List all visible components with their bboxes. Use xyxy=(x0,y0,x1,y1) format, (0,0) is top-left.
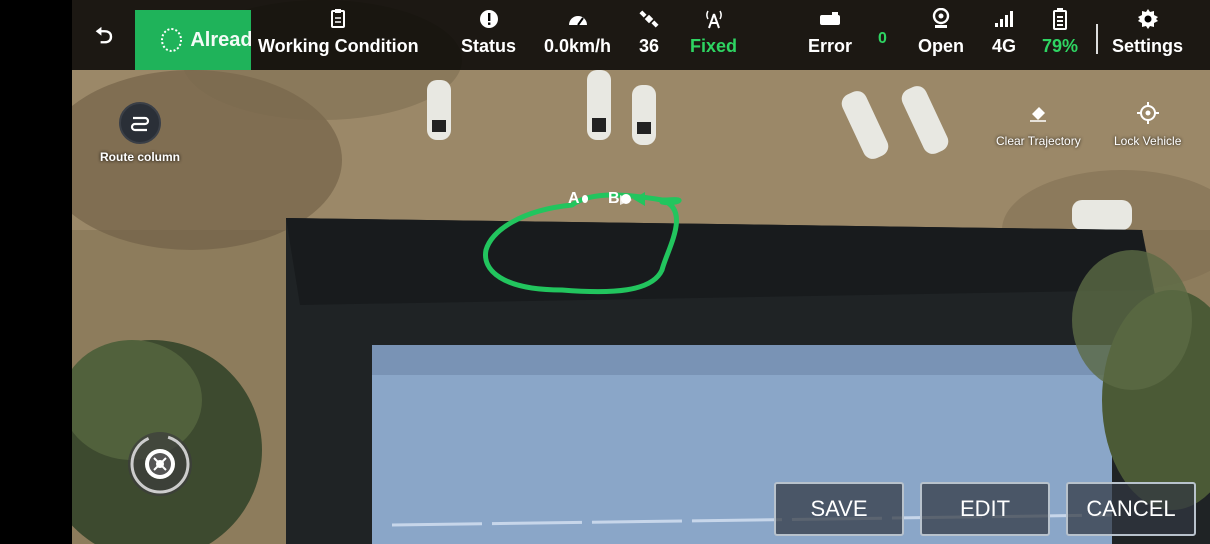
error-device-icon xyxy=(818,6,842,32)
point-b-label: B xyxy=(608,190,620,207)
point-a-label: A xyxy=(568,190,580,207)
network-status: 4G xyxy=(992,6,1016,57)
settings-label: Settings xyxy=(1112,36,1184,56)
camera-icon xyxy=(931,6,951,32)
back-arrow-icon: ⮌ xyxy=(95,23,113,48)
working-condition-button[interactable]: Working Condition xyxy=(258,6,419,57)
speedometer-icon xyxy=(567,6,589,32)
cell-signal-icon xyxy=(994,6,1014,32)
rtk-fix-status: Fixed xyxy=(690,6,737,57)
point-a-marker[interactable]: A xyxy=(568,189,588,209)
satellite-map[interactable]: A B xyxy=(72,0,1210,544)
eraser-icon xyxy=(996,100,1081,126)
network-label: 4G xyxy=(992,36,1017,56)
edit-button[interactable]: EDIT xyxy=(920,482,1050,536)
joystick-button[interactable] xyxy=(128,432,192,496)
camera-label: Open xyxy=(918,36,965,56)
lock-vehicle-button[interactable]: Lock Vehicle xyxy=(1114,100,1181,148)
crosshair-icon xyxy=(1114,100,1181,126)
route-icon xyxy=(119,102,161,144)
cancel-button[interactable]: CANCEL xyxy=(1066,482,1196,536)
save-button[interactable]: SAVE xyxy=(774,482,904,536)
steering-wheel-icon xyxy=(130,434,190,494)
route-column-label: Route column xyxy=(100,150,180,164)
signal-tower-icon xyxy=(702,6,726,32)
loading-spinner-icon xyxy=(161,28,183,52)
top-status-bar: ⮌ Already connected Working Condition St… xyxy=(72,0,1210,70)
satellite-count: 36 xyxy=(638,6,660,57)
alert-icon xyxy=(479,6,499,32)
connection-status-badge: Already connected xyxy=(135,10,251,70)
connection-status-text: Already connected xyxy=(190,28,251,51)
lock-vehicle-label: Lock Vehicle xyxy=(1114,134,1182,148)
back-button[interactable]: ⮌ xyxy=(84,18,124,58)
clear-trajectory-label: Clear Trajectory xyxy=(996,134,1081,148)
vehicle-arrow-icon xyxy=(632,192,645,206)
point-b-marker[interactable]: B xyxy=(608,189,648,209)
speed-indicator: 0.0km/h xyxy=(544,6,611,57)
error-count: 0 xyxy=(878,30,887,47)
battery-icon xyxy=(1053,6,1068,32)
status-label: Status xyxy=(461,36,517,56)
route-column-button[interactable]: Route column xyxy=(100,102,180,164)
error-label: Error xyxy=(808,36,853,56)
status-button[interactable]: Status xyxy=(461,6,516,57)
satellite-icon xyxy=(638,6,660,32)
topbar-divider xyxy=(1096,24,1098,54)
satellite-count-label: 36 xyxy=(638,36,660,56)
gear-icon xyxy=(1137,6,1159,32)
clipboard-icon xyxy=(330,6,346,32)
speed-label: 0.0km/h xyxy=(544,36,612,56)
error-indicator[interactable]: Error xyxy=(808,6,852,57)
clear-trajectory-button[interactable]: Clear Trajectory xyxy=(996,100,1081,148)
battery-status: 79% xyxy=(1042,6,1078,57)
camera-status[interactable]: Open xyxy=(918,6,964,57)
rtk-fix-label: Fixed xyxy=(690,36,738,56)
settings-button[interactable]: Settings xyxy=(1112,6,1183,57)
working-condition-label: Working Condition xyxy=(258,36,419,56)
battery-label: 79% xyxy=(1042,36,1079,56)
